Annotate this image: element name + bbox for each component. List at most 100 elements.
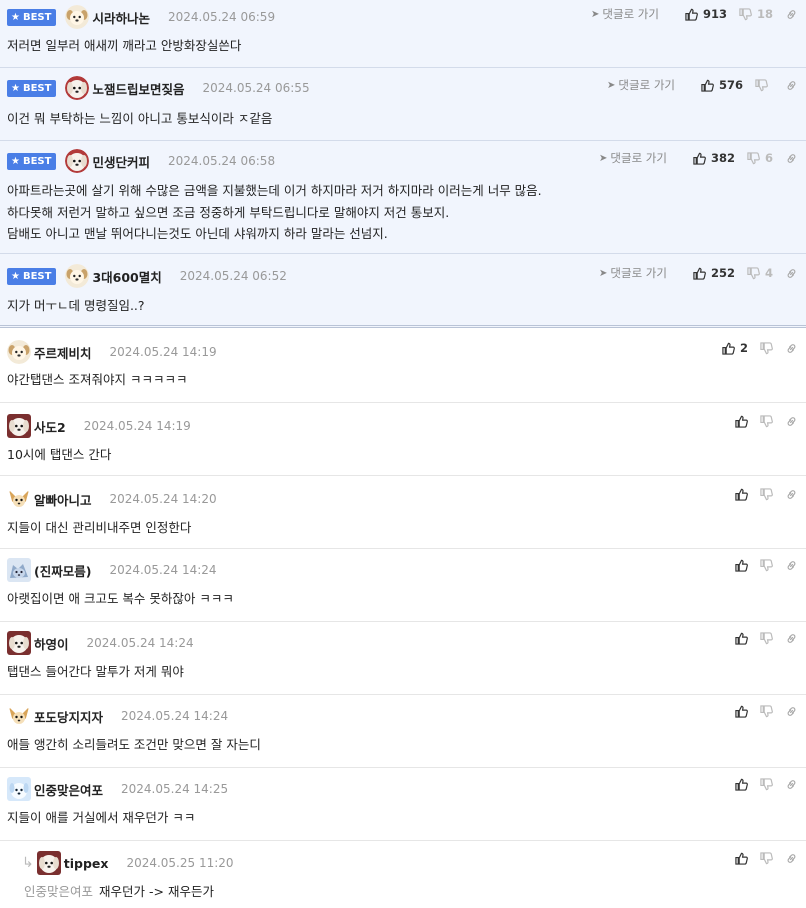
- star-icon: ★: [11, 155, 20, 167]
- like-button[interactable]: 2: [722, 341, 748, 355]
- nickname[interactable]: 민생단커피: [92, 152, 150, 171]
- best-badge: ★ BEST: [7, 79, 57, 97]
- nickname[interactable]: 하영이: [34, 634, 69, 653]
- avatar[interactable]: [7, 487, 31, 511]
- like-button[interactable]: 382: [693, 151, 735, 165]
- dislike-button[interactable]: [760, 415, 773, 428]
- best-badge: ★ BEST: [7, 8, 57, 26]
- best-badge: ★ BEST: [7, 152, 57, 170]
- share-link-button[interactable]: [785, 79, 798, 92]
- nickname[interactable]: 인중맞은여포: [34, 780, 103, 799]
- comment-date: 2024.05.24 14:25: [121, 782, 229, 796]
- like-button[interactable]: [735, 415, 748, 428]
- nickname[interactable]: 시라하나논: [92, 8, 150, 27]
- avatar[interactable]: [7, 340, 31, 364]
- comment: 포도당지지자 2024.05.24 14:24 애들 앵간히 소리들려도 조건만…: [0, 695, 806, 768]
- share-link-button[interactable]: [785, 559, 798, 572]
- like-button[interactable]: [735, 705, 748, 718]
- thumbs-up-icon: [735, 705, 748, 718]
- comment-date: 2024.05.24 06:59: [167, 10, 276, 24]
- goto-comment-link[interactable]: ➤ 댓글로 가기: [599, 150, 667, 166]
- avatar[interactable]: [7, 777, 31, 801]
- thumbs-up-icon: [693, 152, 706, 165]
- comment-text: 탭댄스 들어간다 말투가 저게 뭐야: [7, 664, 184, 679]
- share-link-button[interactable]: [785, 415, 798, 428]
- send-arrow-icon: ➤: [599, 267, 608, 279]
- avatar[interactable]: [7, 704, 31, 728]
- star-icon: ★: [11, 270, 20, 282]
- dislike-button[interactable]: 4: [747, 266, 773, 280]
- nickname[interactable]: 사도2: [34, 417, 66, 436]
- goto-comment-link[interactable]: ➤ 댓글로 가기: [607, 77, 675, 93]
- thumbs-down-icon: [760, 415, 773, 428]
- thumbs-down-icon: [760, 632, 773, 645]
- avatar[interactable]: [65, 76, 90, 100]
- dislike-button[interactable]: [760, 632, 773, 645]
- like-button[interactable]: 576: [701, 78, 743, 92]
- goto-comment-link[interactable]: ➤ 댓글로 가기: [591, 6, 659, 22]
- share-link-button[interactable]: [785, 267, 798, 280]
- avatar[interactable]: [7, 631, 31, 655]
- link-icon: [787, 9, 796, 19]
- comment-date: 2024.05.24 14:19: [83, 419, 191, 433]
- nickname[interactable]: 포도당지지자: [34, 707, 103, 726]
- share-link-button[interactable]: [785, 705, 798, 718]
- share-link-button[interactable]: [785, 632, 798, 645]
- comment-list: 주르제비치 2024.05.24 14:19 2 야간탭댄스 조져줘야지 ㅋㅋㅋ…: [0, 328, 806, 908]
- nickname[interactable]: 알빠아니고: [34, 490, 92, 509]
- avatar[interactable]: [65, 149, 90, 173]
- reply-comment: ↳ tippex 2024.05.25 11:20 인중맞은여포 재우던가 -> …: [0, 841, 806, 908]
- link-icon: [787, 854, 796, 863]
- share-link-button[interactable]: [785, 152, 798, 165]
- link-icon: [787, 634, 796, 643]
- dislike-button[interactable]: [760, 705, 773, 718]
- avatar[interactable]: [65, 5, 90, 29]
- like-button[interactable]: [735, 632, 748, 645]
- best-comment: ★ BEST 3대600멸치 2024.05.24 06:52 ➤ 댓글로 가기 2…: [0, 254, 806, 328]
- share-link-button[interactable]: [785, 488, 798, 501]
- like-button[interactable]: 252: [693, 266, 735, 280]
- dislike-button[interactable]: [760, 488, 773, 501]
- like-button[interactable]: 913: [685, 7, 727, 21]
- share-link-button[interactable]: [785, 778, 798, 791]
- comment-text: 인중맞은여포 재우던가 -> 재우든가: [24, 884, 214, 899]
- dislike-button[interactable]: [760, 559, 773, 572]
- link-icon: [787, 490, 796, 499]
- like-button[interactable]: [735, 778, 748, 791]
- thumbs-up-icon: [693, 267, 706, 280]
- goto-comment-link[interactable]: ➤ 댓글로 가기: [599, 265, 667, 281]
- thumbs-up-icon: [735, 415, 748, 428]
- like-button[interactable]: [735, 488, 748, 501]
- nickname[interactable]: (진짜모름): [34, 561, 91, 580]
- thumbs-down-icon: [739, 7, 752, 20]
- dislike-button[interactable]: 6: [747, 151, 773, 165]
- dislike-button[interactable]: 18: [739, 7, 773, 21]
- nickname[interactable]: tippex: [64, 856, 109, 871]
- dislike-button[interactable]: [760, 852, 773, 865]
- dislike-button[interactable]: [755, 78, 773, 92]
- nickname[interactable]: 3대600멸치: [92, 267, 161, 286]
- thumbs-down-icon: [755, 78, 768, 91]
- like-button[interactable]: [735, 852, 748, 865]
- nickname[interactable]: 노잼드립보면짖음: [92, 79, 184, 98]
- comment-date: 2024.05.24 06:58: [167, 154, 276, 168]
- comment-date: 2024.05.24 14:20: [109, 492, 217, 506]
- comment-text: 10시에 탭댄스 간다: [7, 447, 112, 462]
- share-link-button[interactable]: [785, 8, 798, 21]
- dislike-button[interactable]: [760, 778, 773, 791]
- share-link-button[interactable]: [785, 852, 798, 865]
- dislike-button[interactable]: [760, 341, 773, 355]
- nickname[interactable]: 주르제비치: [34, 343, 92, 362]
- avatar[interactable]: [36, 851, 61, 875]
- share-link-button[interactable]: [785, 342, 798, 355]
- avatar[interactable]: [7, 414, 31, 438]
- best-comment: ★ BEST 노잼드립보면짖음 2024.05.24 06:55 ➤ 댓글로 가기 …: [0, 68, 806, 141]
- avatar[interactable]: [7, 558, 31, 582]
- comment-text: 지가 머ㅜㄴ데 명령질임..?: [7, 298, 145, 313]
- mention-link[interactable]: 인중맞은여포: [24, 884, 93, 899]
- star-icon: ★: [11, 11, 20, 23]
- reply-arrow-icon: ↳: [22, 855, 34, 871]
- thumbs-down-icon: [760, 341, 773, 354]
- avatar[interactable]: [65, 264, 90, 288]
- like-button[interactable]: [735, 559, 748, 572]
